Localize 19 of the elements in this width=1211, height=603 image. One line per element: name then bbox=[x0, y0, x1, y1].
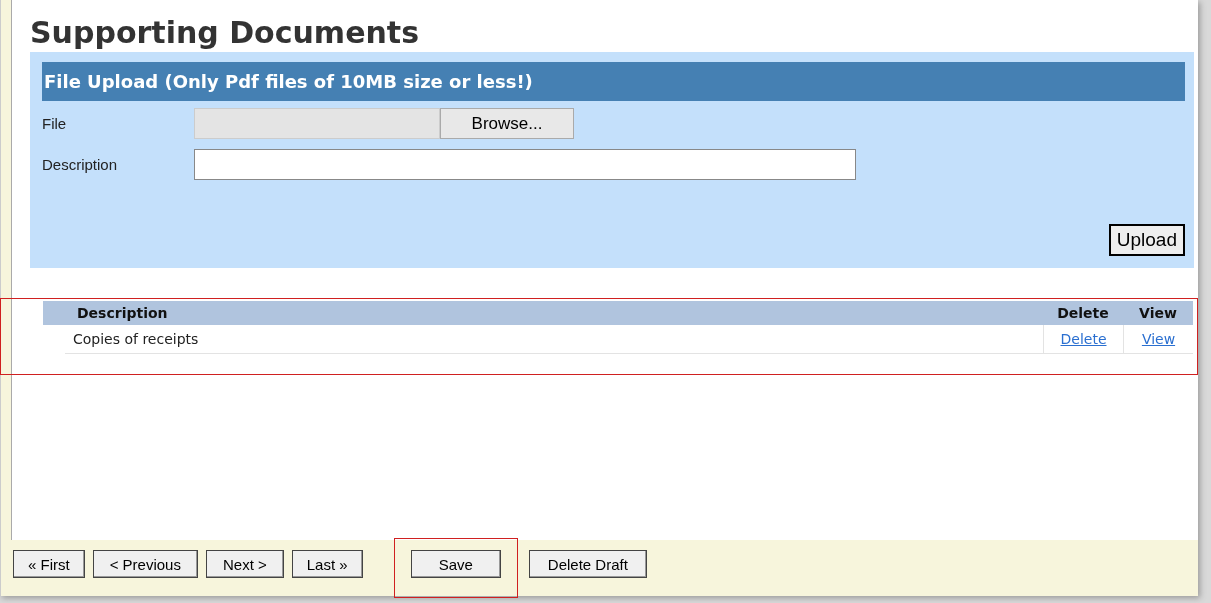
table-cell-text: Copies of receipts bbox=[72, 331, 200, 347]
panel-header: File Upload (Only Pdf files of 10MB size or less!) bbox=[42, 62, 1185, 101]
field-label: File bbox=[42, 115, 68, 132]
column-header: Description bbox=[76, 305, 169, 321]
delete-draft-button[interactable]: Delete Draft bbox=[528, 550, 647, 578]
view-link[interactable]: View bbox=[1123, 325, 1193, 353]
field-label: Description bbox=[42, 156, 119, 173]
nav-button[interactable]: Last » bbox=[291, 550, 363, 578]
nav-button[interactable]: « First bbox=[13, 550, 85, 578]
delete-link[interactable]: Delete bbox=[1043, 325, 1123, 353]
nav-button[interactable]: < Previous bbox=[92, 550, 198, 578]
nav-button[interactable]: Next > bbox=[205, 550, 284, 578]
save-button[interactable]: Save bbox=[410, 550, 501, 578]
page-title: Supporting Documents bbox=[30, 14, 421, 52]
column-header: Delete bbox=[1056, 305, 1110, 321]
description-field[interactable] bbox=[194, 149, 856, 180]
browse-button[interactable]: Browse... bbox=[440, 108, 574, 139]
column-header: View bbox=[1138, 305, 1178, 321]
upload-button[interactable]: Upload bbox=[1108, 224, 1185, 256]
